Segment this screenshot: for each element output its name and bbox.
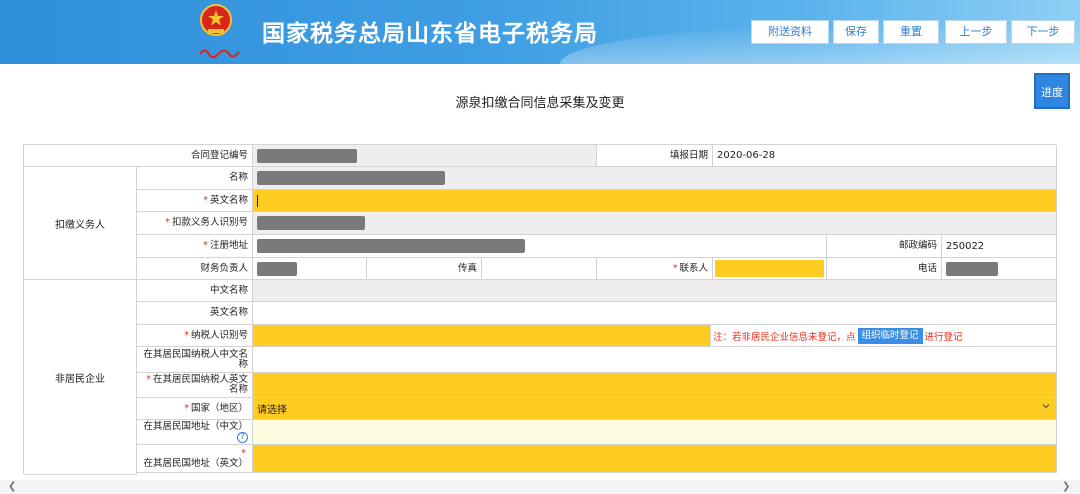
postal-code-field: 250022: [942, 235, 1057, 258]
contract-info-form: 合同登记编号 填报日期 2020-06-28 扣缴义务人 名称 * 英文名称 * 扣…: [23, 144, 1057, 475]
contract-no-label: 合同登记编号: [24, 145, 253, 167]
registered-address-field: [253, 235, 827, 258]
resident-country-en-name-label: * 在其居民国纳税人英文名称: [137, 373, 253, 398]
page-title: 源泉扣缴合同信息采集及变更: [455, 96, 625, 111]
contact-label: * 联系人: [597, 258, 713, 280]
reset-button[interactable]: 重置: [883, 20, 939, 44]
redacted-value: [946, 261, 998, 276]
registration-note: 注：若非居民企业信息未登记，点 组织临时登记 进行登记: [711, 325, 1057, 347]
redacted-value: [257, 148, 357, 163]
fill-date-label: 填报日期: [597, 145, 713, 167]
contact-input[interactable]: [713, 258, 827, 280]
resident-country-cn-name-label: 在其居民国纳税人中文名称: [137, 347, 253, 373]
finance-manager-label: 财务负责人: [137, 258, 253, 280]
redacted-value: [257, 171, 445, 185]
phone-field: [942, 258, 1057, 280]
name-field: [253, 167, 1057, 190]
chevron-down-icon: [1042, 404, 1050, 409]
scroll-left-icon[interactable]: ❮: [8, 481, 16, 492]
scroll-right-icon[interactable]: ❯: [1062, 481, 1070, 492]
english-name2-label: 英文名称: [137, 302, 253, 325]
help-icon[interactable]: ?: [237, 431, 248, 443]
name-label: 名称: [137, 167, 253, 190]
resident-address-en-input[interactable]: [253, 445, 1057, 473]
redacted-value: [257, 261, 297, 276]
redacted-value: [257, 239, 525, 253]
resident-address-en-label: *在其居民国地址（英文）: [137, 445, 253, 473]
logo-caption: [199, 49, 240, 59]
withholder-id-label: * 扣款义务人识别号: [137, 212, 253, 235]
fill-date-field: 2020-06-28: [713, 145, 1057, 167]
phone-label: 电话: [827, 258, 942, 280]
site-header: 国家税务总局山东省电子税务局 附送资料 保存 重置 上一步 下一步: [0, 0, 1080, 64]
resident-country-cn-name-field[interactable]: [253, 347, 1057, 373]
fax-input[interactable]: [482, 258, 597, 280]
resident-country-en-name-input[interactable]: [253, 373, 1057, 398]
redacted-value: [257, 216, 365, 230]
country-region-label: * 国家（地区）: [137, 398, 253, 420]
finance-manager-field: [253, 258, 367, 280]
temporary-registration-button[interactable]: 组织临时登记: [857, 327, 923, 344]
english-name2-field: [253, 302, 1057, 325]
national-emblem-icon: [200, 4, 232, 36]
save-button[interactable]: 保存: [833, 20, 879, 44]
chinese-name-field: [253, 280, 1057, 302]
fax-label: 传真: [367, 258, 482, 280]
english-name-label: * 英文名称: [137, 190, 253, 212]
withholding-agent-group: 扣缴义务人: [24, 167, 137, 280]
english-name-input[interactable]: [253, 190, 1057, 212]
country-region-select[interactable]: 请选择: [253, 398, 1057, 420]
registered-address-label: * 注册地址: [137, 235, 253, 258]
resident-address-cn-label: 在其居民国地址（中文）?: [137, 420, 253, 445]
taxpayer-id-input[interactable]: [253, 325, 711, 347]
contact-input-fill: [715, 260, 824, 277]
attach-documents-button[interactable]: 附送资料: [751, 20, 829, 44]
horizontal-scrollbar[interactable]: ❮ ❯: [0, 480, 1080, 494]
progress-button[interactable]: 进度: [1034, 73, 1070, 109]
withholder-id-field: [253, 212, 1057, 235]
nonresident-enterprise-group: 非居民企业: [24, 280, 137, 475]
chinese-name-label: 中文名称: [137, 280, 253, 302]
postal-code-label: 邮政编码: [827, 235, 942, 258]
previous-step-button[interactable]: 上一步: [945, 20, 1007, 44]
resident-address-cn-input[interactable]: [253, 420, 1057, 445]
site-title: 国家税务总局山东省电子税务局: [262, 21, 598, 47]
contract-no-field: [253, 145, 597, 167]
next-step-button[interactable]: 下一步: [1011, 20, 1075, 44]
taxpayer-id-label: * 纳税人识别号: [137, 325, 253, 347]
text-cursor: [257, 194, 258, 207]
